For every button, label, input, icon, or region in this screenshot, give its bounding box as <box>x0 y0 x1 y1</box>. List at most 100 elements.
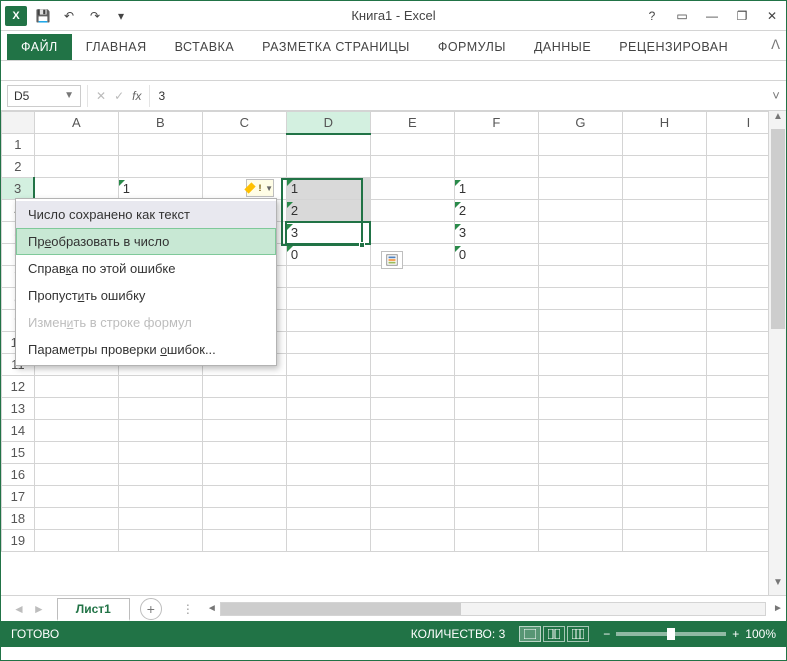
row-header-18[interactable]: 18 <box>2 508 35 530</box>
cell-C17[interactable] <box>202 486 286 508</box>
cell-H6[interactable] <box>622 244 706 266</box>
cell-C13[interactable] <box>202 398 286 420</box>
cell-D9[interactable] <box>286 310 370 332</box>
cell-D4[interactable]: 2 <box>286 200 370 222</box>
view-page-break-icon[interactable] <box>567 626 589 642</box>
name-box-dropdown-icon[interactable]: ▼ <box>64 90 74 101</box>
cell-F3[interactable]: 1 <box>454 178 538 200</box>
cell-A1[interactable] <box>34 134 118 156</box>
zoom-out-button[interactable]: − <box>603 627 610 641</box>
cell-H3[interactable] <box>622 178 706 200</box>
cell-D12[interactable] <box>286 376 370 398</box>
cell-B14[interactable] <box>118 420 202 442</box>
cell-G13[interactable] <box>538 398 622 420</box>
worksheet-grid[interactable]: ABCDEFGHI1231114222533360007891011121314… <box>1 111 786 595</box>
minimize-button[interactable]: — <box>702 9 722 23</box>
cell-H18[interactable] <box>622 508 706 530</box>
cell-A16[interactable] <box>34 464 118 486</box>
cell-D7[interactable] <box>286 266 370 288</box>
undo-icon[interactable]: ↶ <box>59 6 79 26</box>
cell-E9[interactable] <box>370 310 454 332</box>
cell-D1[interactable] <box>286 134 370 156</box>
cell-F19[interactable] <box>454 530 538 552</box>
cell-E3[interactable] <box>370 178 454 200</box>
tab-home[interactable]: ГЛАВНАЯ <box>72 34 161 60</box>
col-header-C[interactable]: C <box>202 112 286 134</box>
cell-F13[interactable] <box>454 398 538 420</box>
smart-tag[interactable] <box>381 251 403 269</box>
cell-F12[interactable] <box>454 376 538 398</box>
row-header-15[interactable]: 15 <box>2 442 35 464</box>
cell-B2[interactable] <box>118 156 202 178</box>
expand-formula-bar-icon[interactable]: ˅ <box>766 88 786 103</box>
row-header-2[interactable]: 2 <box>2 156 35 178</box>
cell-B3[interactable]: 1 <box>118 178 202 200</box>
cell-G17[interactable] <box>538 486 622 508</box>
view-normal-icon[interactable] <box>519 626 541 642</box>
cell-F6[interactable]: 0 <box>454 244 538 266</box>
cell-G16[interactable] <box>538 464 622 486</box>
cell-C18[interactable] <box>202 508 286 530</box>
cell-A15[interactable] <box>34 442 118 464</box>
cell-F9[interactable] <box>454 310 538 332</box>
redo-icon[interactable]: ↷ <box>85 6 105 26</box>
cell-A14[interactable] <box>34 420 118 442</box>
cell-H19[interactable] <box>622 530 706 552</box>
cell-H9[interactable] <box>622 310 706 332</box>
cell-C15[interactable] <box>202 442 286 464</box>
name-box[interactable]: D5 ▼ <box>7 85 81 107</box>
hscroll-left-icon[interactable]: ◄ <box>204 603 220 614</box>
cell-B1[interactable] <box>118 134 202 156</box>
cell-F17[interactable] <box>454 486 538 508</box>
cell-D16[interactable] <box>286 464 370 486</box>
zoom-slider-thumb[interactable] <box>667 628 675 640</box>
cell-F5[interactable]: 3 <box>454 222 538 244</box>
tab-page-layout[interactable]: РАЗМЕТКА СТРАНИЦЫ <box>248 34 424 60</box>
row-header-19[interactable]: 19 <box>2 530 35 552</box>
cell-G5[interactable] <box>538 222 622 244</box>
cell-F11[interactable] <box>454 354 538 376</box>
formula-cancel-icon[interactable]: ✕ <box>96 89 106 103</box>
cell-G1[interactable] <box>538 134 622 156</box>
sheet-tab[interactable]: Лист1 <box>57 598 130 621</box>
cell-A19[interactable] <box>34 530 118 552</box>
cell-D10[interactable] <box>286 332 370 354</box>
cell-E10[interactable] <box>370 332 454 354</box>
col-header-H[interactable]: H <box>622 112 706 134</box>
cell-B18[interactable] <box>118 508 202 530</box>
cell-H14[interactable] <box>622 420 706 442</box>
cell-D3[interactable]: 1 <box>286 178 370 200</box>
row-header-3[interactable]: 3 <box>2 178 35 200</box>
cell-E12[interactable] <box>370 376 454 398</box>
col-header-F[interactable]: F <box>454 112 538 134</box>
cell-E2[interactable] <box>370 156 454 178</box>
cell-B19[interactable] <box>118 530 202 552</box>
col-header-G[interactable]: G <box>538 112 622 134</box>
cell-F15[interactable] <box>454 442 538 464</box>
formula-enter-icon[interactable]: ✓ <box>114 89 124 103</box>
add-sheet-button[interactable]: + <box>140 598 162 620</box>
cell-H11[interactable] <box>622 354 706 376</box>
scroll-down-icon[interactable]: ▼ <box>769 577 786 595</box>
cell-D6[interactable]: 0 <box>286 244 370 266</box>
cell-H13[interactable] <box>622 398 706 420</box>
cell-G18[interactable] <box>538 508 622 530</box>
cell-G2[interactable] <box>538 156 622 178</box>
vertical-scrollbar[interactable]: ▲ ▼ <box>768 111 786 595</box>
cell-H1[interactable] <box>622 134 706 156</box>
cell-A3[interactable] <box>34 178 118 200</box>
cell-G8[interactable] <box>538 288 622 310</box>
cell-H2[interactable] <box>622 156 706 178</box>
menu-error-help[interactable]: Справка по этой ошибке <box>16 255 276 282</box>
hscroll-right-icon[interactable]: ► <box>770 603 786 614</box>
cell-H15[interactable] <box>622 442 706 464</box>
cell-E11[interactable] <box>370 354 454 376</box>
cell-H7[interactable] <box>622 266 706 288</box>
cell-D5[interactable]: 3 <box>286 222 370 244</box>
row-header-17[interactable]: 17 <box>2 486 35 508</box>
zoom-in-button[interactable]: + <box>732 627 739 641</box>
cell-A13[interactable] <box>34 398 118 420</box>
cell-B16[interactable] <box>118 464 202 486</box>
cell-D19[interactable] <box>286 530 370 552</box>
cell-H4[interactable] <box>622 200 706 222</box>
